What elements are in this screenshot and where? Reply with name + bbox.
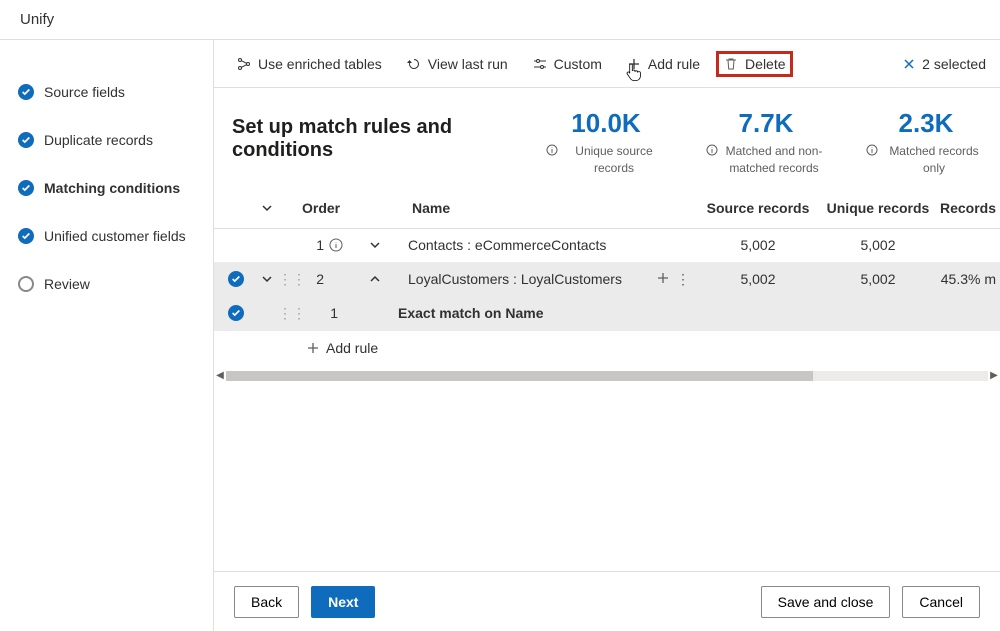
- add-rule-label: Add rule: [326, 340, 378, 356]
- save-and-close-button[interactable]: Save and close: [761, 586, 891, 618]
- cancel-button[interactable]: Cancel: [902, 586, 980, 618]
- col-records[interactable]: Records: [938, 200, 1000, 216]
- history-icon: [406, 56, 422, 72]
- info-icon[interactable]: [706, 144, 718, 156]
- row-name: LoyalCustomers : LoyalCustomers: [402, 271, 648, 287]
- chevron-down-icon[interactable]: [260, 272, 274, 286]
- row-checkbox[interactable]: [228, 271, 244, 287]
- stat-value: 10.0K: [546, 108, 666, 139]
- drag-handle-icon[interactable]: ⋮⋮: [282, 305, 302, 322]
- row-index: 2: [302, 271, 324, 287]
- table-row[interactable]: ⋮⋮ 2 LoyalCustomers : LoyalCustomers ⋮ 5…: [214, 263, 1000, 297]
- delete-button[interactable]: Delete: [716, 51, 792, 77]
- row-records: 45.3% m: [938, 271, 1000, 287]
- stat-label: Unique source records: [562, 143, 666, 177]
- chevron-up-icon[interactable]: [368, 272, 382, 286]
- plus-icon[interactable]: [656, 271, 670, 285]
- next-button[interactable]: Next: [311, 586, 375, 618]
- check-icon: [18, 228, 34, 244]
- scroll-track[interactable]: [226, 371, 988, 381]
- add-rule-row-button[interactable]: Add rule: [214, 331, 1000, 365]
- selection-count-label: 2 selected: [922, 56, 986, 72]
- scroll-thumb[interactable]: [226, 371, 813, 381]
- step-label: Matching conditions: [44, 180, 180, 196]
- stat-matched-nonmatched: 7.7K Matched and non-matched records: [706, 108, 826, 177]
- table-row[interactable]: 1 Contacts : eCommerceContacts 5,002 5,0…: [214, 229, 1000, 263]
- stat-label: Matched and non-matched records: [722, 143, 826, 177]
- footer: Back Next Save and close Cancel: [214, 571, 1000, 631]
- row-name: Exact match on Name: [392, 305, 648, 321]
- sliders-icon: [532, 56, 548, 72]
- view-last-run-button[interactable]: View last run: [398, 50, 516, 78]
- circle-icon: [18, 276, 34, 292]
- plus-icon: [306, 341, 320, 355]
- info-icon[interactable]: [329, 238, 343, 252]
- scroll-right-icon[interactable]: ▶: [988, 370, 1000, 381]
- step-source-fields[interactable]: Source fields: [0, 68, 213, 116]
- stat-label: Matched records only: [882, 143, 986, 177]
- step-duplicate-records[interactable]: Duplicate records: [0, 116, 213, 164]
- cursor-hand-icon: [625, 62, 643, 82]
- chevron-down-icon[interactable]: [260, 201, 274, 215]
- row-source: 5,002: [698, 271, 818, 287]
- scroll-left-icon[interactable]: ◀: [214, 370, 226, 381]
- toolbar-label: View last run: [428, 56, 508, 72]
- step-label: Source fields: [44, 84, 125, 100]
- stat-matched-only: 2.3K Matched records only: [866, 108, 986, 177]
- toolbar-label: Custom: [554, 56, 602, 72]
- match-rules-table: Order Name Source records Unique records…: [214, 189, 1000, 383]
- steps-sidebar: Source fields Duplicate records Matching…: [0, 40, 213, 631]
- check-icon: [18, 180, 34, 196]
- more-icon[interactable]: ⋮: [676, 271, 690, 288]
- use-enriched-tables-button[interactable]: Use enriched tables: [228, 50, 390, 78]
- share-icon: [236, 56, 252, 72]
- step-review[interactable]: Review: [0, 260, 213, 308]
- step-label: Unified customer fields: [44, 228, 186, 244]
- row-index: 1: [322, 305, 338, 321]
- close-icon: [902, 57, 916, 71]
- stat-value: 7.7K: [706, 108, 826, 139]
- toolbar-label: Add rule: [648, 56, 700, 72]
- stat-unique-source: 10.0K Unique source records: [546, 108, 666, 177]
- toolbar-label: Delete: [745, 56, 785, 72]
- info-icon[interactable]: [866, 144, 878, 156]
- info-icon[interactable]: [546, 144, 558, 156]
- selection-count[interactable]: 2 selected: [902, 56, 986, 72]
- step-unified-customer-fields[interactable]: Unified customer fields: [0, 212, 213, 260]
- row-unique: 5,002: [818, 237, 938, 253]
- col-source[interactable]: Source records: [698, 200, 818, 216]
- toolbar-label: Use enriched tables: [258, 56, 382, 72]
- trash-icon: [723, 56, 739, 72]
- col-name[interactable]: Name: [406, 200, 698, 216]
- table-row[interactable]: ⋮⋮ 1 Exact match on Name: [214, 297, 1000, 331]
- app-title: Unify: [20, 11, 54, 28]
- horizontal-scrollbar[interactable]: ◀ ▶: [214, 369, 1000, 383]
- stat-value: 2.3K: [866, 108, 986, 139]
- table-header: Order Name Source records Unique records…: [214, 189, 1000, 229]
- toolbar: Use enriched tables View last run Custom…: [214, 40, 1000, 88]
- back-button[interactable]: Back: [234, 586, 299, 618]
- chevron-down-icon[interactable]: [368, 238, 382, 252]
- col-order[interactable]: Order: [302, 200, 352, 216]
- check-icon: [18, 84, 34, 100]
- drag-handle-icon[interactable]: ⋮⋮: [282, 271, 302, 288]
- step-matching-conditions[interactable]: Matching conditions: [0, 164, 213, 212]
- row-name: Contacts : eCommerceContacts: [402, 237, 648, 253]
- row-source: 5,002: [698, 237, 818, 253]
- page-heading: Set up match rules and conditions: [232, 116, 546, 162]
- row-index: 1: [302, 237, 324, 253]
- custom-button[interactable]: Custom: [524, 50, 610, 78]
- row-unique: 5,002: [818, 271, 938, 287]
- row-checkbox[interactable]: [228, 305, 244, 321]
- step-label: Review: [44, 276, 90, 292]
- col-unique[interactable]: Unique records: [818, 200, 938, 216]
- step-label: Duplicate records: [44, 132, 153, 148]
- check-icon: [18, 132, 34, 148]
